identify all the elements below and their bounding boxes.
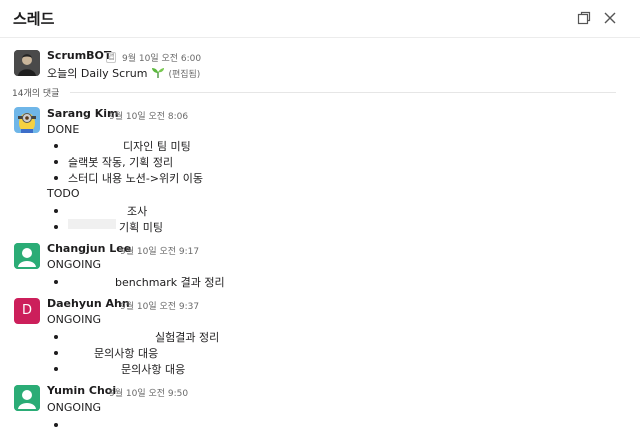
sender-name[interactable]: Changjun Lee [47,242,131,255]
sprout-emoji-icon [151,66,165,82]
header-divider [0,37,640,38]
list-item: 스터디 내용 노션->위키 이동 [68,172,203,185]
message-timestamp[interactable]: 9월 10일 오전 9:17 [120,244,199,257]
default-user-avatar-icon[interactable] [14,243,40,269]
sender-name[interactable]: Yumin Choi [47,384,116,397]
redacted-text [68,219,116,229]
bullet [54,280,58,284]
default-user-avatar-icon[interactable] [14,385,40,411]
message-body: 오늘의 Daily Scrum [47,67,148,80]
sender-name[interactable]: ScrumBOT [47,49,111,62]
bullet [54,209,58,213]
bullet [54,225,58,229]
bullet [54,423,58,427]
thread-title: 스레드 [13,10,55,28]
bullet [54,367,58,371]
section-heading: ONGOING [47,258,102,271]
bullet [54,144,58,148]
list-item: 문의사항 대응 [121,363,186,376]
edited-label: (편집됨) [168,70,201,80]
bullet [54,176,58,180]
list-item: 실험결과 정리 [155,331,220,344]
section-heading: ONGOING [47,313,102,326]
bullet [54,160,58,164]
message-text: 오늘의 Daily Scrum (편집됨) [47,65,200,82]
bullet [54,351,58,355]
reply-count: 14개의 댓글 [12,89,60,99]
section-heading: DONE [47,123,80,136]
avatar[interactable] [14,50,40,76]
message-timestamp[interactable]: 9월 10일 오전 9:37 [120,299,199,312]
open-in-new-window-icon[interactable] [576,10,592,26]
section-heading: ONGOING [47,401,102,414]
list-item: benchmark 결과 정리 [115,276,225,289]
sender-name[interactable]: Daehyun Ahn [47,297,130,310]
list-item: 슬랙봇 작동, 기획 정리 [68,156,174,169]
list-item: 디자인 팀 미팅 [123,140,191,153]
bullet [54,335,58,339]
avatar[interactable] [14,107,40,133]
message-timestamp[interactable]: 9월 10일 오전 8:06 [109,109,188,122]
list-item: 기획 미팅 [119,221,163,234]
sender-name[interactable]: Sarang Kim [47,107,118,120]
list-item: 조사 [127,205,148,218]
avatar[interactable]: D [14,298,40,324]
app-badge: 앱 [106,52,117,63]
section-heading: TODO [47,187,80,200]
reply-divider [70,92,616,93]
message-timestamp[interactable]: 9월 10일 오전 9:50 [109,386,188,399]
list-item: 문의사항 대응 [94,347,159,360]
close-icon[interactable] [602,10,618,26]
thread-header: 스레드 [0,0,640,38]
message-timestamp[interactable]: 9월 10일 오전 6:00 [122,51,201,64]
